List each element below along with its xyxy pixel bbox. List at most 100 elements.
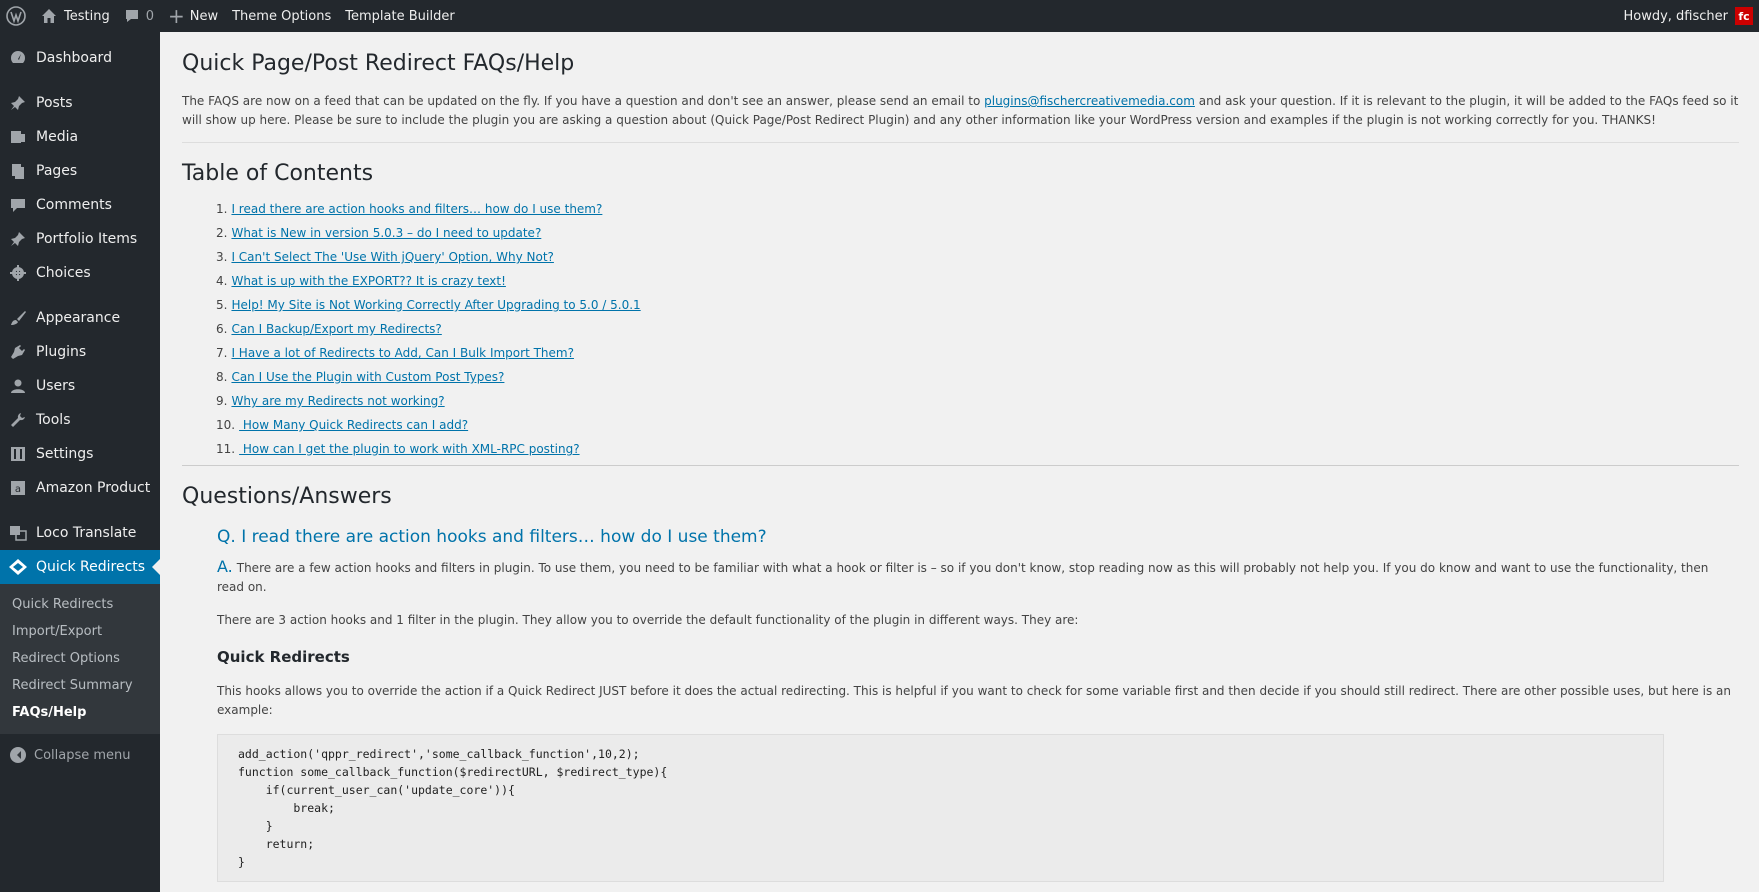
collapse-label: Collapse menu xyxy=(34,747,131,763)
toc-item: 9. Why are my Redirects not working? xyxy=(216,389,1739,413)
hooks-intro-text: There are 3 action hooks and 1 filter in… xyxy=(217,613,1079,627)
wordpress-logo-icon[interactable] xyxy=(0,0,34,32)
main-content: Quick Page/Post Redirect FAQs/Help The F… xyxy=(160,32,1759,892)
toc-link[interactable]: I Can't Select The 'Use With jQuery' Opt… xyxy=(231,250,553,264)
user-icon xyxy=(8,376,28,396)
amazon-icon: a xyxy=(8,478,28,498)
menu-label: Pages xyxy=(36,163,78,179)
menu-item-appearance[interactable]: Appearance xyxy=(0,301,160,335)
divider xyxy=(182,465,1739,466)
toc-item: 6. Can I Backup/Export my Redirects? xyxy=(216,317,1739,341)
site-name-link[interactable]: Testing xyxy=(34,0,117,32)
gear-icon xyxy=(8,263,28,283)
submenu-redirect-options[interactable]: Redirect Options xyxy=(0,645,160,672)
menu-item-amazon-product[interactable]: a Amazon Product xyxy=(0,471,160,505)
menu-item-dashboard[interactable]: Dashboard xyxy=(0,41,160,75)
menu-label: Dashboard xyxy=(36,50,112,66)
toc-link[interactable]: I read there are action hooks and filter… xyxy=(231,202,602,216)
settings-icon xyxy=(8,444,28,464)
toc-link[interactable]: Help! My Site is Not Working Correctly A… xyxy=(231,298,640,312)
admin-bar: Testing 0 + New Theme Options Template B… xyxy=(0,0,1759,32)
comment-icon xyxy=(124,8,140,24)
media-icon xyxy=(8,127,28,147)
new-label: New xyxy=(189,8,219,24)
submenu-faqs-help[interactable]: FAQs/Help xyxy=(0,699,160,726)
toc-number: 6. xyxy=(216,322,228,336)
redirect-icon xyxy=(8,557,28,577)
site-name: Testing xyxy=(64,8,110,24)
question-heading: Q. I read there are action hooks and fil… xyxy=(217,527,767,547)
toc-link[interactable]: How Many Quick Redirects can I add? xyxy=(239,418,468,432)
menu-item-settings[interactable]: Settings xyxy=(0,437,160,471)
new-content-button[interactable]: + New xyxy=(161,0,225,32)
user-account-menu[interactable]: Howdy, dfischer fc xyxy=(1616,0,1753,32)
qa-section: Q. I read there are action hooks and fil… xyxy=(182,525,1739,720)
menu-label: Plugins xyxy=(36,344,87,360)
submenu-import-export[interactable]: Import/Export xyxy=(0,618,160,645)
pin-icon xyxy=(8,93,28,113)
menu-item-quick-redirects[interactable]: Quick Redirects xyxy=(0,550,160,584)
toc-number: 2. xyxy=(216,226,228,240)
toc-link[interactable]: What is up with the EXPORT?? It is crazy… xyxy=(231,274,505,288)
submenu-quick-redirects[interactable]: Quick Redirects xyxy=(0,591,160,618)
menu-item-posts[interactable]: Posts xyxy=(0,86,160,120)
comments-link[interactable]: 0 xyxy=(117,0,161,32)
answer-body: There are a few action hooks and filters… xyxy=(217,561,1709,594)
intro-text: The FAQS are now on a feed that can be u… xyxy=(182,92,1739,143)
email-link[interactable]: plugins@fischercreativemedia.com xyxy=(984,94,1195,108)
toc-item: 8. Can I Use the Plugin with Custom Post … xyxy=(216,365,1739,389)
menu-label: Users xyxy=(36,378,76,394)
toc-link[interactable]: Can I Use the Plugin with Custom Post Ty… xyxy=(231,370,504,384)
toc-number: 5. xyxy=(216,298,228,312)
table-of-contents: 1. I read there are action hooks and filt… xyxy=(182,197,1739,461)
comment-count: 0 xyxy=(145,8,154,24)
plug-icon xyxy=(8,342,28,362)
template-builder-link[interactable]: Template Builder xyxy=(338,0,461,32)
wrench-icon xyxy=(8,410,28,430)
hook-description-text: This hooks allows you to override the ac… xyxy=(217,684,1731,717)
menu-item-comments[interactable]: Comments xyxy=(0,188,160,222)
menu-item-pages[interactable]: Pages xyxy=(0,154,160,188)
toc-link[interactable]: Why are my Redirects not working? xyxy=(231,394,444,408)
menu-label: Posts xyxy=(36,95,73,111)
plus-icon: + xyxy=(167,4,185,28)
menu-item-choices[interactable]: Choices xyxy=(0,256,160,290)
toc-number: 7. xyxy=(216,346,228,360)
answer-text: A. There are a few action hooks and filte… xyxy=(217,557,1739,597)
home-icon xyxy=(41,8,57,24)
collapse-menu-button[interactable]: Collapse menu xyxy=(0,738,160,772)
qa-heading: Questions/Answers xyxy=(182,484,392,509)
menu-item-users[interactable]: Users xyxy=(0,369,160,403)
code-example: add_action('qppr_redirect','some_callbac… xyxy=(217,734,1664,882)
menu-label: Choices xyxy=(36,265,91,281)
menu-label: Tools xyxy=(36,412,71,428)
toc-number: 4. xyxy=(216,274,228,288)
menu-item-media[interactable]: Media xyxy=(0,120,160,154)
answer-letter: A. xyxy=(217,557,233,576)
quick-redirects-submenu: Quick Redirects Import/Export Redirect O… xyxy=(0,584,160,734)
theme-options-link[interactable]: Theme Options xyxy=(225,0,338,32)
menu-label: Comments xyxy=(36,197,112,213)
toc-link[interactable]: What is New in version 5.0.3 – do I need… xyxy=(231,226,541,240)
pages-icon xyxy=(8,161,28,181)
menu-label: Quick Redirects xyxy=(36,559,146,575)
toc-link[interactable]: How can I get the plugin to work with XM… xyxy=(239,442,580,456)
menu-label: Amazon Product xyxy=(36,480,151,496)
brush-icon xyxy=(8,308,28,328)
menu-item-plugins[interactable]: Plugins xyxy=(0,335,160,369)
menu-item-portfolio-items[interactable]: Portfolio Items xyxy=(0,222,160,256)
menu-item-loco-translate[interactable]: Loco Translate xyxy=(0,516,160,550)
menu-label: Appearance xyxy=(36,310,121,326)
intro-before: The FAQS are now on a feed that can be u… xyxy=(182,94,985,108)
toc-item: 11. How can I get the plugin to work wit… xyxy=(216,437,1739,461)
menu-label: Media xyxy=(36,129,79,145)
toc-link[interactable]: Can I Backup/Export my Redirects? xyxy=(231,322,441,336)
quick-redirects-subheading: Quick Redirects xyxy=(217,648,350,666)
menu-item-tools[interactable]: Tools xyxy=(0,403,160,437)
toc-number: 10. xyxy=(216,418,236,432)
toc-link[interactable]: I Have a lot of Redirects to Add, Can I … xyxy=(231,346,574,360)
svg-text:a: a xyxy=(15,484,21,495)
translate-icon xyxy=(8,523,28,543)
toc-number: 11. xyxy=(216,442,236,456)
submenu-redirect-summary[interactable]: Redirect Summary xyxy=(0,672,160,699)
